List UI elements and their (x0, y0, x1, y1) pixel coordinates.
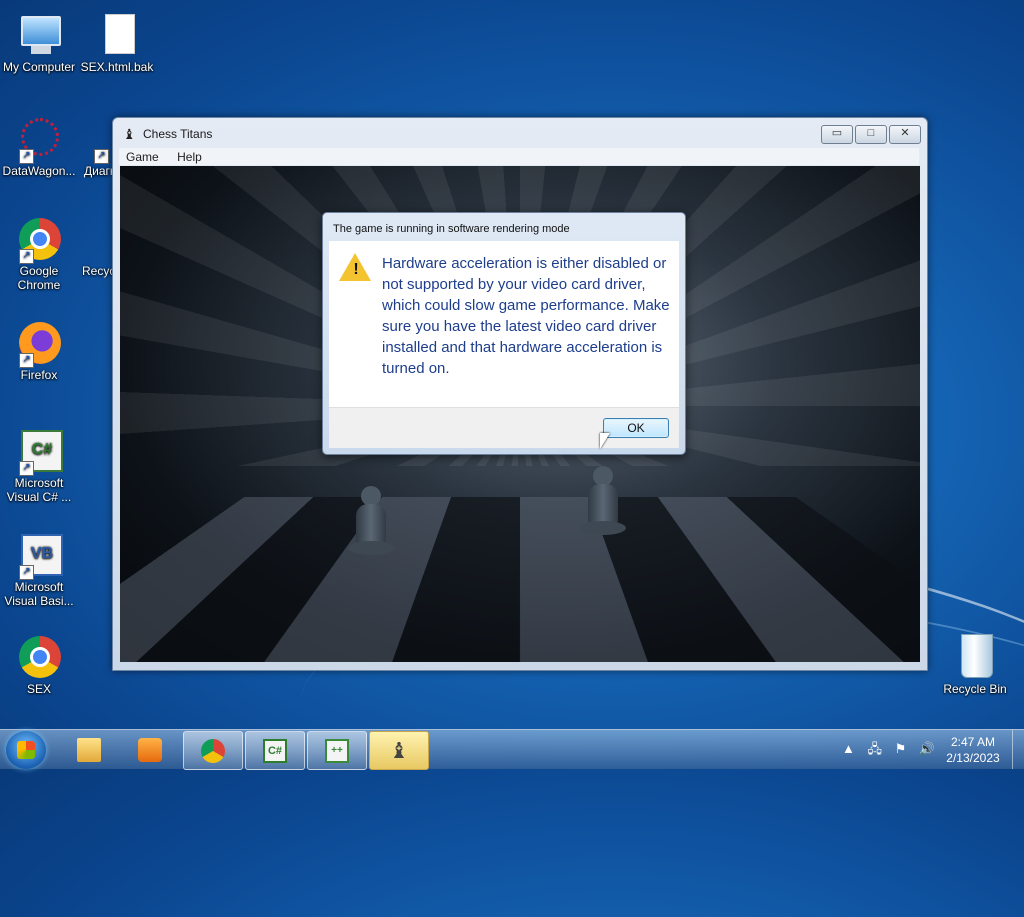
visual-cpp-icon: ++ (325, 739, 349, 763)
clock-date: 2/13/2023 (946, 751, 1000, 765)
desktop-icon-recycle-shortcut[interactable]: Recyc Shc (78, 214, 116, 278)
desktop-icon-label: SEX (26, 682, 51, 696)
action-center-flag-icon[interactable]: ⚑ (895, 741, 907, 757)
desktop-icon-label: Firefox (20, 368, 58, 382)
window-title: Chess Titans (143, 127, 213, 141)
warning-exclamation: ! (353, 261, 359, 278)
media-player-icon (138, 738, 162, 762)
window-titlebar[interactable]: ♝ Chess Titans ▭ □ ✕ (113, 118, 927, 146)
chrome-icon (19, 636, 61, 678)
desktop-icon-my-computer[interactable]: My Computer (0, 10, 78, 74)
taskbar-item-chrome[interactable] (183, 731, 243, 770)
desktop-icon-recycle-bin[interactable]: Recycle Bin (936, 632, 1014, 696)
visual-csharp-icon: C# (263, 739, 287, 763)
desktop-icon-sex[interactable]: SEX (0, 632, 78, 696)
network-icon[interactable]: 🖧 (868, 740, 883, 762)
menu-help[interactable]: Help (170, 149, 209, 166)
desktop-icon-firefox[interactable]: ↗ Firefox (0, 318, 78, 382)
chess-pawn (580, 466, 626, 536)
desktop-icon-google-chrome[interactable]: ↗ Google Chrome (0, 214, 78, 292)
chess-titans-icon: ♝ (389, 738, 409, 763)
windows-logo-icon (17, 741, 35, 759)
desktop-icon-label: My Computer (2, 60, 76, 74)
desktop-icon-label: Microsoft Visual C# ... (6, 476, 72, 504)
shortcut-arrow-icon: ↗ (19, 249, 34, 264)
minimize-button[interactable]: ▭ (821, 125, 853, 144)
desktop-icon-label: SEX.html.bak (80, 60, 154, 74)
shortcut-arrow-icon: ↗ (19, 353, 34, 368)
dialog-footer: OK (329, 407, 679, 448)
desktop-icon-datawagon[interactable]: ↗ DataWagon... (0, 114, 78, 178)
taskbar-item-media-player[interactable] (121, 731, 179, 768)
maximize-button[interactable]: □ (855, 125, 887, 144)
show-hidden-icons-button[interactable]: ▲ (842, 741, 855, 756)
clock-time: 2:47 AM (950, 735, 996, 749)
chess-pawn-icon: ♝ (123, 126, 136, 142)
taskbar-item-visual-cpp[interactable]: ++ (307, 731, 367, 770)
desktop-icon-label: DataWagon... (2, 164, 76, 178)
chess-pawn (348, 486, 394, 556)
desktop-icon-visual-csharp[interactable]: C# ↗ Microsoft Visual C# ... (0, 426, 78, 504)
desktop-icon-diagnostics[interactable]: ↗ Диагн позн (78, 114, 116, 178)
show-desktop-button[interactable] (1012, 730, 1024, 769)
shortcut-arrow-icon: ↗ (19, 461, 34, 476)
chrome-icon (201, 739, 225, 763)
taskbar-clock[interactable]: 2:47 AM 2/13/2023 (938, 734, 1008, 766)
windows-explorer-icon (77, 738, 101, 762)
desktop-icon-visual-basic[interactable]: VB ↗ Microsoft Visual Basi... (0, 530, 78, 608)
dialog-message: Hardware acceleration is either disabled… (382, 255, 670, 377)
recycle-bin-icon (961, 634, 993, 678)
system-tray: ▲ 🖧 ⚑ 🔊 (842, 740, 944, 762)
dialog-title: The game is running in software renderin… (333, 223, 570, 235)
menu-game[interactable]: Game (119, 149, 166, 166)
close-button[interactable]: ✕ (889, 125, 921, 144)
desktop-icon-label: Recyc Shc (82, 264, 112, 278)
dialog-body: ! Hardware acceleration is either disabl… (329, 241, 679, 407)
taskbar-item-chess-titans[interactable]: ♝ (369, 731, 429, 770)
software-rendering-dialog[interactable]: The game is running in software renderin… (322, 212, 686, 455)
desktop-icon-label: Google Chrome (17, 264, 61, 292)
shortcut-arrow-icon: ↗ (94, 149, 109, 164)
shortcut-arrow-icon: ↗ (19, 149, 34, 164)
taskbar: C# ++ ♝ ▲ 🖧 ⚑ 🔊 2:47 AM 2/13/2023 (0, 729, 1024, 770)
volume-icon[interactable]: 🔊 (919, 741, 935, 757)
chess-board (120, 496, 920, 662)
document-icon (105, 14, 135, 54)
shortcut-arrow-icon: ↗ (19, 565, 34, 580)
start-button[interactable] (6, 731, 46, 769)
ok-button[interactable]: OK (603, 418, 669, 438)
computer-icon (21, 16, 61, 54)
desktop-icon-label: Microsoft Visual Basi... (4, 580, 74, 608)
desktop-icon-sex-html-bak[interactable]: SEX.html.bak (78, 10, 156, 74)
taskbar-item-visual-csharp[interactable]: C# (245, 731, 305, 770)
mouse-cursor (600, 433, 610, 449)
desktop-icon-label: Диагн позн (84, 164, 114, 178)
taskbar-item-explorer[interactable] (60, 731, 118, 768)
menu-bar: Game Help (119, 148, 919, 165)
desktop-icon-label: Recycle Bin (943, 682, 1007, 696)
